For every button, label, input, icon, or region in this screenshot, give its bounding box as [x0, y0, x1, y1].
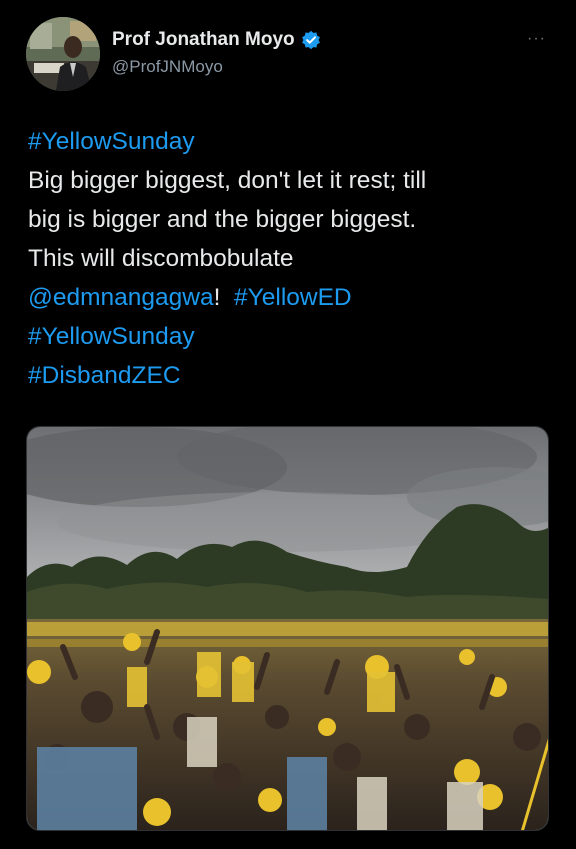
avatar[interactable] — [26, 17, 100, 91]
more-options-icon[interactable]: ··· — [527, 30, 546, 48]
tweet-text-line: Big bigger biggest, don't let it rest; t… — [28, 167, 427, 194]
hashtag-yellowed[interactable]: #YellowED — [234, 284, 352, 311]
author-name-row[interactable]: Prof Jonathan Moyo — [112, 29, 321, 51]
hashtag-yellowsunday-2[interactable]: #YellowSunday — [28, 323, 195, 350]
tweet-text: #YellowSunday Big bigger biggest, don't … — [28, 122, 548, 395]
mention-suffix: ! — [213, 284, 221, 311]
author-handle[interactable]: @ProfJNMoyo — [112, 57, 223, 77]
tweet-photo[interactable] — [26, 426, 549, 831]
hashtag-disbandzec[interactable]: #DisbandZEC — [28, 362, 181, 389]
mention-edmnangagwa[interactable]: @edmnangagwa — [28, 284, 214, 311]
tweet: Prof Jonathan Moyo @ProfJNMoyo ··· #Yell… — [0, 0, 576, 849]
tweet-text-line: This will discombobulate — [28, 245, 294, 272]
hashtag-yellowsunday[interactable]: #YellowSunday — [28, 128, 195, 155]
verified-badge-icon — [301, 30, 321, 50]
author-display-name[interactable]: Prof Jonathan Moyo — [112, 29, 295, 51]
tweet-text-line: big is bigger and the bigger biggest. — [28, 206, 417, 233]
